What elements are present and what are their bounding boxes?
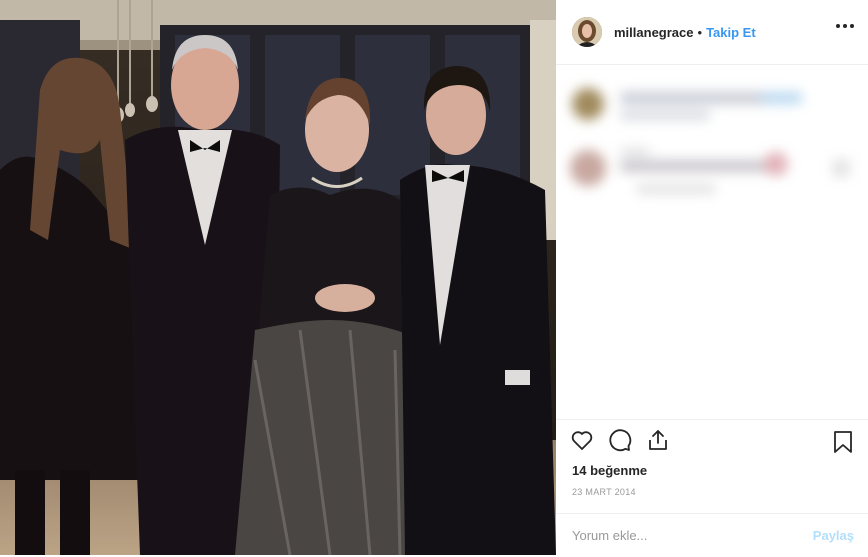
post-comment-button[interactable]: Paylaş	[813, 528, 854, 543]
post-actions: 14 beğenme 23 MART 2014 Yorum ekle... Pa…	[556, 419, 868, 556]
comment-input[interactable]: Yorum ekle...	[572, 528, 647, 543]
comment-blurred-1	[572, 86, 862, 139]
heart-icon[interactable]	[570, 428, 594, 452]
follow-button[interactable]: Takip Et	[706, 25, 756, 40]
group-photo-image	[0, 0, 556, 555]
username-link[interactable]: millanegrace	[614, 25, 694, 40]
comments-list[interactable]	[556, 64, 868, 419]
post-photo[interactable]	[0, 0, 556, 555]
avatar-image	[572, 17, 602, 47]
bookmark-icon[interactable]	[832, 430, 854, 454]
add-comment-bar: Yorum ekle... Paylaş	[556, 513, 868, 557]
avatar[interactable]	[572, 17, 602, 47]
post-header: millanegrace • Takip Et	[556, 0, 868, 65]
likes-count[interactable]: 14 beğenme	[572, 463, 647, 478]
post-side-panel: millanegrace • Takip Et 14 beğenme 23 MA…	[556, 0, 868, 555]
share-icon[interactable]	[646, 428, 670, 452]
comment-icon[interactable]	[608, 428, 632, 452]
comment-blurred-2	[566, 142, 866, 217]
post-date[interactable]: 23 MART 2014	[572, 487, 636, 497]
separator-dot: •	[697, 24, 703, 40]
more-options-icon[interactable]	[836, 24, 854, 28]
